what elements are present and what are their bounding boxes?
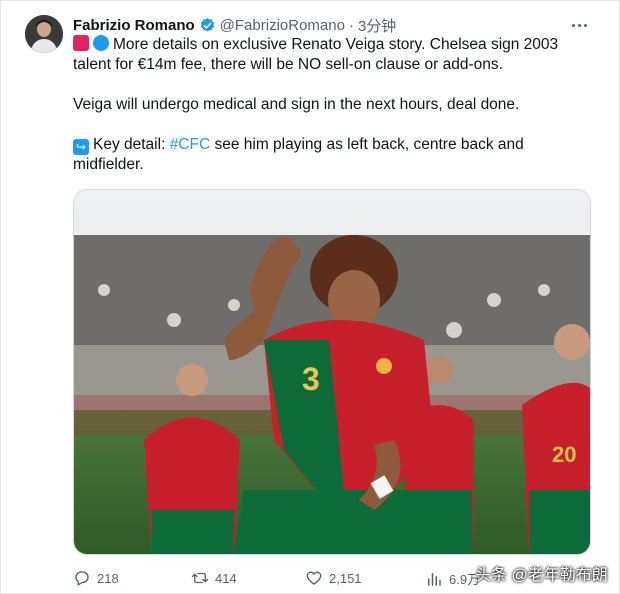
like-button[interactable]: 2,151: [305, 569, 362, 587]
separator-dot: ·: [348, 16, 354, 34]
tweet-time[interactable]: 3分钟: [358, 15, 396, 36]
tweet-text: More details on exclusive Renato Veiga s…: [113, 36, 559, 53]
tweet-text: Veiga will undergo medical and sign in t…: [73, 96, 520, 113]
watermark-text: 头条 @老年勒布朗: [475, 567, 608, 584]
reply-icon: [75, 571, 89, 586]
more-dots-icon[interactable]: [567, 15, 591, 35]
heart-icon: [306, 571, 322, 585]
author-handle[interactable]: @FabrizioRomano: [220, 17, 345, 34]
reply-button[interactable]: 218: [73, 569, 119, 587]
tweet-text-line: More details on exclusive Renato Veiga s…: [73, 35, 593, 55]
tweet-text-line: Veiga will undergo medical and sign in t…: [73, 95, 593, 115]
alarm-emoji-icon: [73, 35, 89, 51]
retweet-count: 414: [215, 570, 237, 586]
tweet-text-line: midfielder.: [73, 155, 593, 175]
views-chart-icon: [428, 572, 441, 586]
reply-count: 218: [97, 570, 119, 586]
avatar[interactable]: [25, 15, 63, 53]
retweet-button[interactable]: 414: [191, 569, 237, 587]
tweet-text: midfielder.: [73, 156, 144, 173]
hashtag-link[interactable]: #CFC: [170, 136, 210, 153]
tweet-text: talent for €14m fee, there will be NO se…: [73, 56, 503, 73]
verified-badge-icon: [200, 17, 214, 32]
like-count: 2,151: [329, 570, 362, 586]
tweet-photo[interactable]: 20 3: [73, 189, 591, 555]
tweet-text: Key detail:: [93, 136, 170, 153]
views-button[interactable]: 6.9万: [425, 569, 480, 588]
blue-circle-emoji-icon: [93, 35, 109, 51]
tweet-text: see him playing as left back, centre bac…: [210, 136, 524, 153]
tweet-text-line: ↪ Key detail: #CFC see him playing as lef…: [73, 135, 593, 155]
author-name[interactable]: Fabrizio Romano: [73, 17, 195, 34]
tweet-text-line: talent for €14m fee, there will be NO se…: [73, 55, 593, 75]
tweet-header: Fabrizio Romano @FabrizioRomano · 3分钟: [73, 15, 396, 35]
tweet-card[interactable]: Fabrizio Romano @FabrizioRomano · 3分钟 Mo…: [0, 0, 620, 594]
retweet-icon: [191, 572, 209, 584]
svg-text:3: 3: [302, 361, 320, 397]
arrow-emoji-icon: ↪: [73, 139, 89, 155]
svg-text:20: 20: [552, 442, 576, 467]
